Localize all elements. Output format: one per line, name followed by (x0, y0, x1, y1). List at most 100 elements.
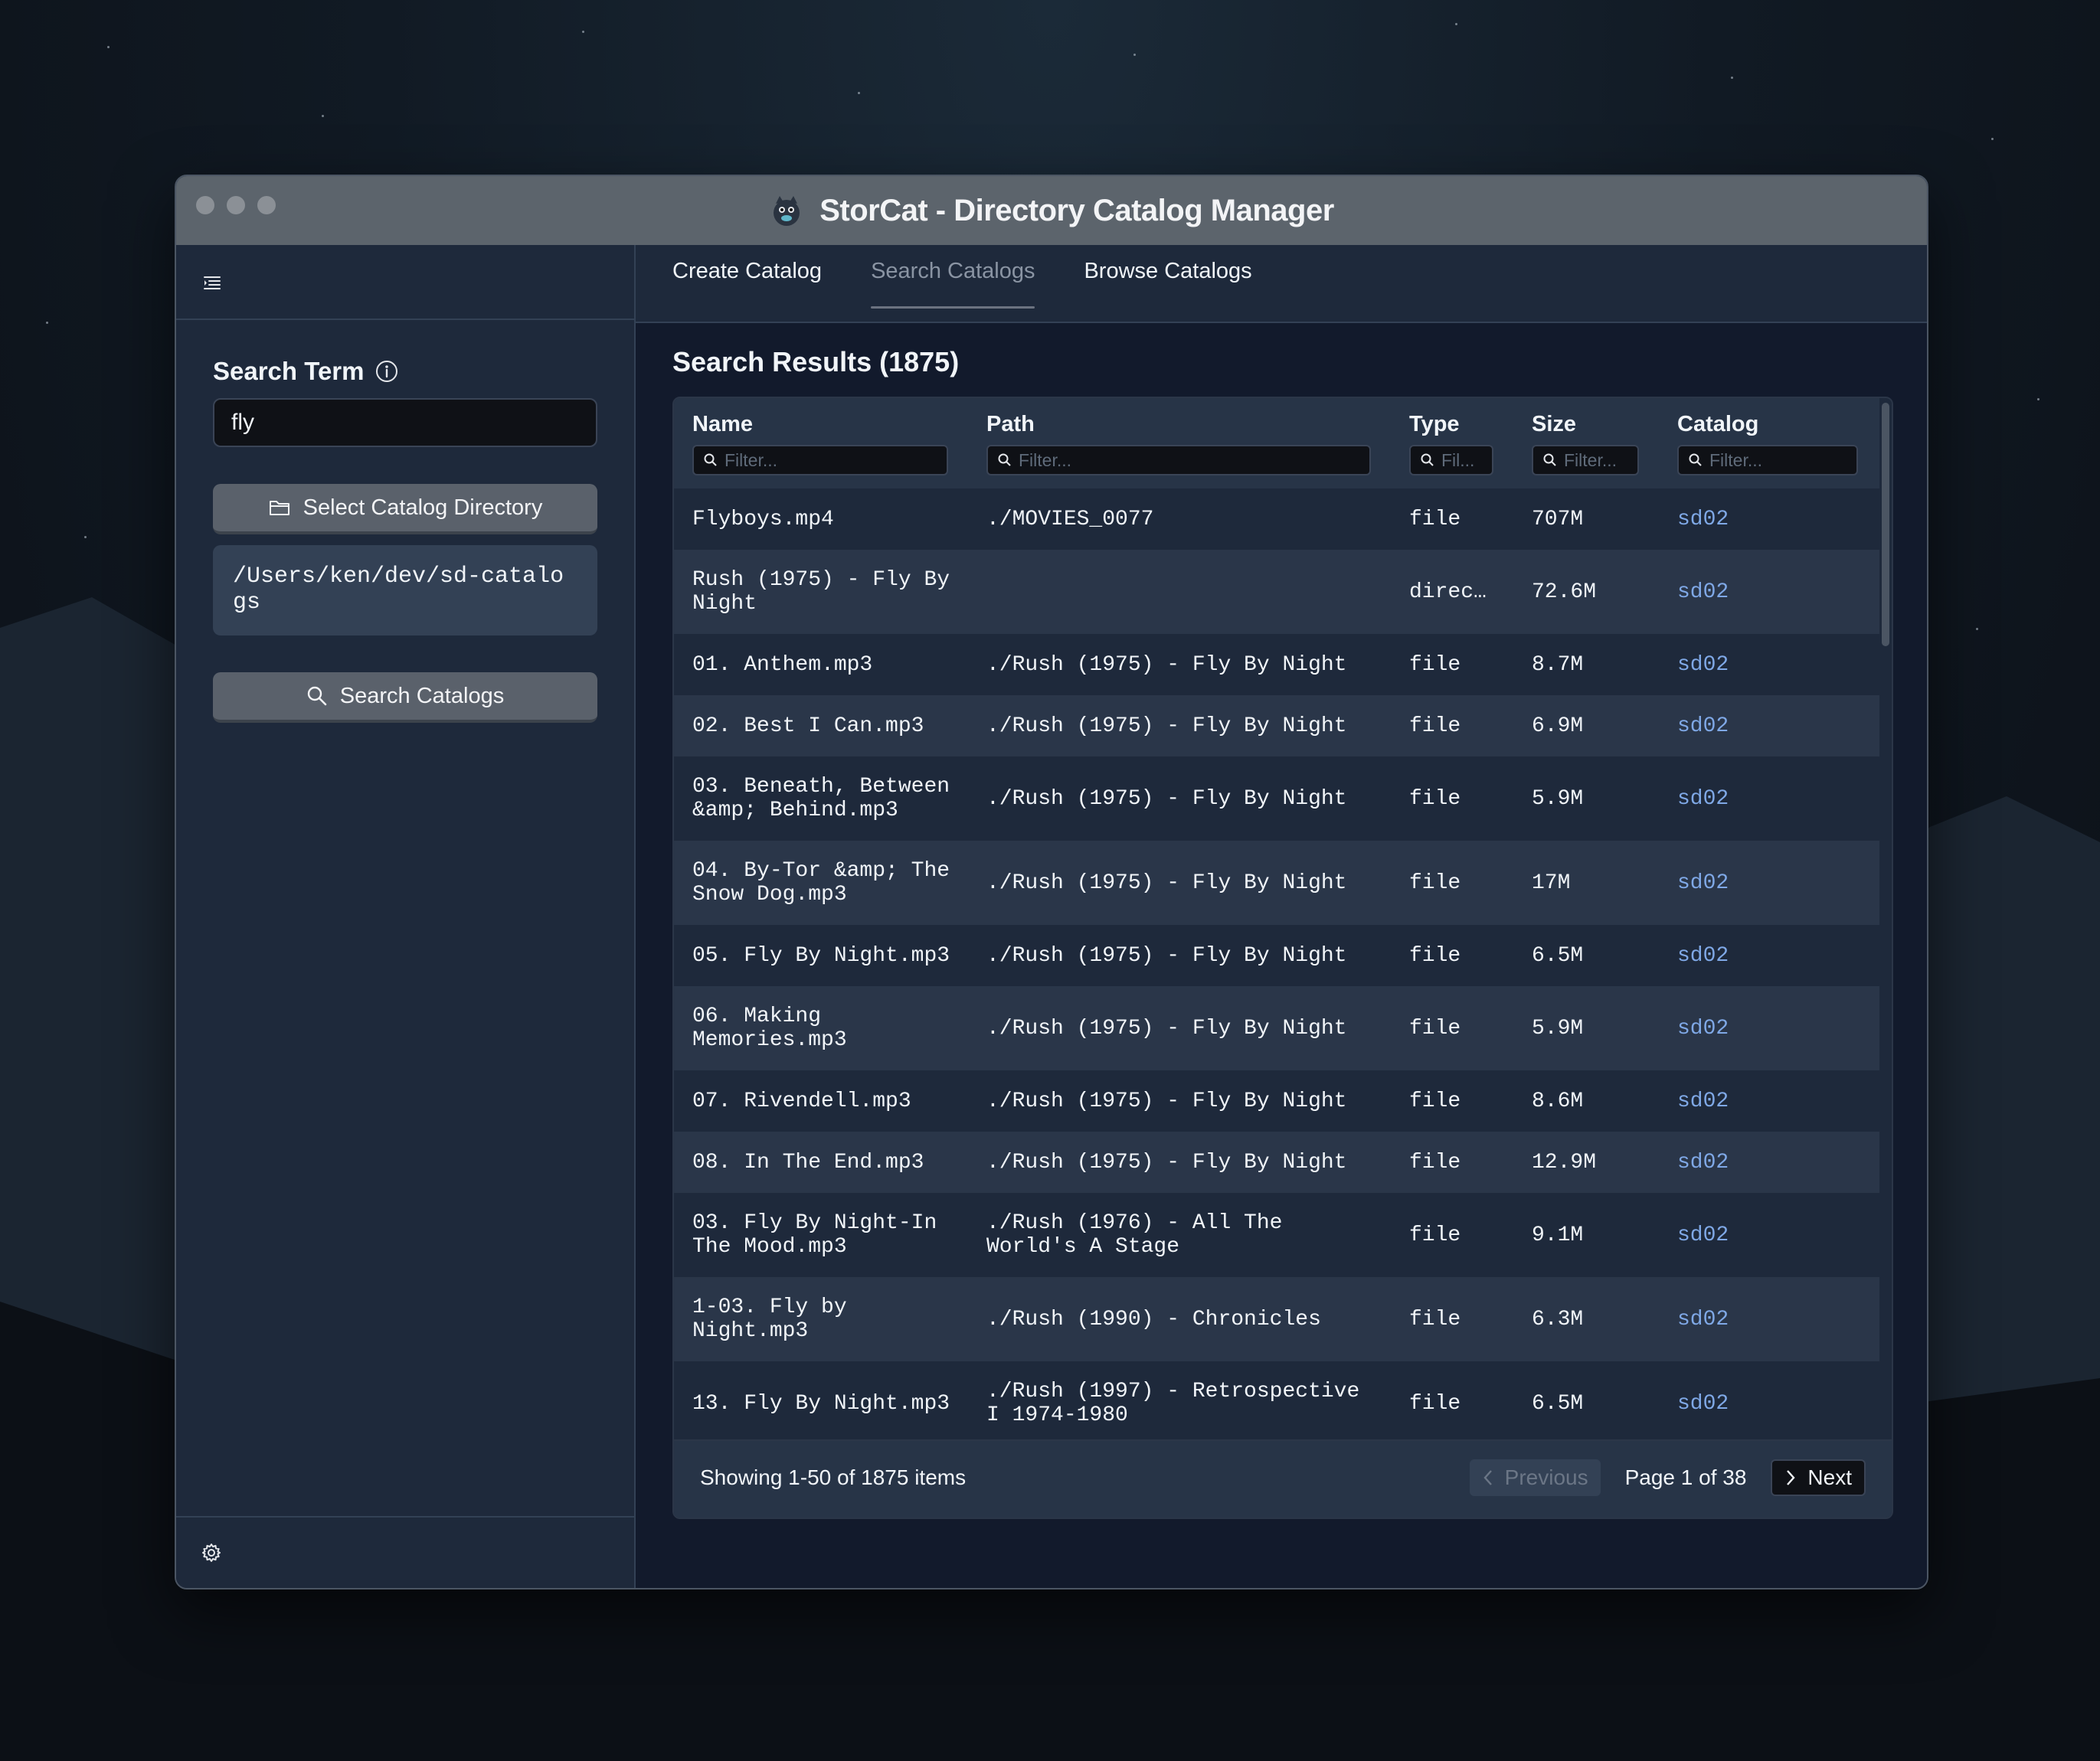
cell-catalog[interactable]: sd02 (1677, 986, 1830, 1070)
table-scrollbar[interactable] (1879, 398, 1892, 1441)
tab-browse-catalogs[interactable]: Browse Catalogs (1084, 245, 1251, 308)
cell-size: 5.9M (1532, 786, 1584, 811)
cell-catalog[interactable]: sd02 (1677, 925, 1830, 986)
table-row[interactable]: 07. Rivendell.mp3 ./Rush (1975) - Fly By … (674, 1070, 1879, 1132)
tab-search-catalogs[interactable]: Search Catalogs (871, 245, 1035, 309)
cell-size: 12.9M (1532, 1150, 1597, 1175)
table-row[interactable]: 05. Fly By Night.mp3 ./Rush (1975) - Fly … (674, 925, 1879, 986)
cell-size: 9.1M (1532, 1223, 1584, 1247)
cell-name: 05. Fly By Night.mp3 (692, 943, 950, 968)
table-footer: Showing 1-50 of 1875 items Previous Page… (674, 1439, 1892, 1518)
table-row[interactable]: 04. By-Tor &amp; The Snow Dog.mp3 ./Rush … (674, 841, 1879, 925)
table-row[interactable]: Flyboys.mp4 ./MOVIES_0077 file 707M sd02 (674, 488, 1879, 550)
cell-catalog[interactable]: sd02 (1677, 550, 1830, 634)
table-row[interactable]: 02. Best I Can.mp3 ./Rush (1975) - Fly By… (674, 695, 1879, 756)
column-size: Size (1532, 412, 1639, 475)
column-catalog: Catalog (1677, 412, 1858, 475)
path-filter-input[interactable] (1019, 449, 1360, 471)
cell-path (986, 550, 1385, 634)
search-term-label: Search Term (213, 357, 365, 385)
column-path-label: Path (986, 412, 1035, 436)
cell-catalog[interactable]: sd02 (1677, 1361, 1830, 1441)
catalog-filter-input[interactable] (1709, 449, 1847, 471)
table-row[interactable]: 13. Fly By Night.mp3 ./Rush (1997) - Retr… (674, 1361, 1879, 1441)
column-name-label: Name (692, 412, 753, 436)
table-row[interactable]: 1-03. Fly by Night.mp3 ./Rush (1990) - Ch… (674, 1277, 1879, 1361)
cell-catalog[interactable]: sd02 (1677, 634, 1830, 695)
info-icon[interactable] (375, 359, 399, 384)
filter-search-icon (1689, 453, 1702, 466)
previous-page-button[interactable]: Previous (1469, 1459, 1601, 1496)
next-page-button[interactable]: Next (1771, 1459, 1866, 1496)
tab-create-catalog[interactable]: Create Catalog (672, 245, 822, 308)
cell-type: file (1409, 507, 1461, 531)
folder-icon (269, 501, 289, 515)
close-window-button[interactable] (196, 196, 214, 214)
filter-search-icon (1421, 453, 1434, 466)
table-row[interactable]: 08. In The End.mp3 ./Rush (1975) - Fly By… (674, 1132, 1879, 1193)
cell-size: 6.3M (1532, 1307, 1584, 1331)
cell-name: 07. Rivendell.mp3 (692, 1089, 911, 1113)
cell-path: ./Rush (1997) - Retrospective I 1974-198… (986, 1380, 1360, 1427)
cell-path: ./Rush (1975) - Fly By Night (986, 943, 1347, 968)
app-window: StorCat - Directory Catalog Manager Sear… (175, 175, 1928, 1589)
table-row[interactable]: Rush (1975) - Fly By Night direc… 72.6M sd0… (674, 550, 1879, 634)
gear-icon[interactable] (201, 1543, 221, 1563)
search-term-input[interactable] (213, 398, 597, 447)
cell-catalog[interactable]: sd02 (1677, 841, 1830, 925)
minimize-window-button[interactable] (227, 196, 245, 214)
cell-catalog[interactable]: sd02 (1677, 1132, 1830, 1193)
cell-type: file (1409, 714, 1461, 738)
window-controls (196, 196, 276, 214)
cell-catalog[interactable]: sd02 (1677, 1277, 1830, 1361)
cell-path: ./Rush (1975) - Fly By Night (986, 652, 1347, 677)
cell-catalog[interactable]: sd02 (1677, 488, 1830, 550)
cell-size: 17M (1532, 871, 1571, 895)
cell-name: Flyboys.mp4 (692, 507, 834, 531)
cell-type: file (1409, 1089, 1461, 1113)
cell-type: file (1409, 943, 1461, 968)
cell-name: 03. Beneath, Between &amp; Behind.mp3 (692, 775, 950, 822)
select-catalog-directory-button[interactable]: Select Catalog Directory (213, 484, 597, 534)
type-filter-input[interactable] (1441, 449, 1483, 471)
cell-path: ./Rush (1975) - Fly By Night (986, 1089, 1347, 1113)
chevron-left-icon (1483, 1470, 1492, 1485)
cell-type: direc… (1409, 580, 1487, 604)
cell-catalog[interactable]: sd02 (1677, 1193, 1830, 1277)
column-catalog-label: Catalog (1677, 412, 1759, 436)
cell-name: Rush (1975) - Fly By Night (692, 568, 950, 616)
zoom-window-button[interactable] (257, 196, 276, 214)
cell-catalog[interactable]: sd02 (1677, 1070, 1830, 1132)
cell-size: 6.9M (1532, 714, 1584, 738)
cell-type: file (1409, 1391, 1461, 1416)
cell-size: 72.6M (1532, 580, 1597, 604)
cell-path: ./Rush (1975) - Fly By Night (986, 714, 1347, 738)
search-catalogs-button[interactable]: Search Catalogs (213, 672, 597, 723)
table-row[interactable]: 03. Fly By Night-In The Mood.mp3 ./Rush (… (674, 1193, 1879, 1277)
table-row[interactable]: 06. Making Memories.mp3 ./Rush (1975) - F… (674, 986, 1879, 1070)
cell-path: ./Rush (1975) - Fly By Night (986, 871, 1347, 895)
cell-path: ./MOVIES_0077 (986, 507, 1154, 531)
page-info: Page 1 of 38 (1624, 1465, 1747, 1489)
cell-size: 8.7M (1532, 652, 1584, 677)
cell-size: 6.5M (1532, 943, 1584, 968)
cell-catalog[interactable]: sd02 (1677, 695, 1830, 756)
scrollbar-thumb[interactable] (1882, 403, 1889, 646)
column-type: Type (1409, 412, 1493, 475)
results-title: Search Results (1875) (672, 346, 960, 377)
cell-size: 6.5M (1532, 1391, 1584, 1416)
table-row[interactable]: 01. Anthem.mp3 ./Rush (1975) - Fly By Nig… (674, 634, 1879, 695)
main-panel: Create Catalog Search Catalogs Browse Ca… (636, 245, 1927, 1588)
previous-label: Previous (1504, 1465, 1588, 1489)
results-table: Name Path Type (672, 397, 1893, 1519)
cell-name: 04. By-Tor &amp; The Snow Dog.mp3 (692, 859, 950, 907)
select-catalog-directory-label: Select Catalog Directory (303, 495, 543, 520)
cell-catalog[interactable]: sd02 (1677, 756, 1830, 841)
table-row[interactable]: 03. Beneath, Between &amp; Behind.mp3 ./R… (674, 756, 1879, 841)
cell-name: 06. Making Memories.mp3 (692, 1005, 847, 1052)
cell-type: file (1409, 786, 1461, 811)
name-filter-input[interactable] (725, 449, 937, 471)
showing-count: Showing 1-50 of 1875 items (700, 1465, 967, 1489)
collapse-sidebar-icon[interactable] (202, 273, 222, 292)
size-filter-input[interactable] (1564, 449, 1628, 471)
